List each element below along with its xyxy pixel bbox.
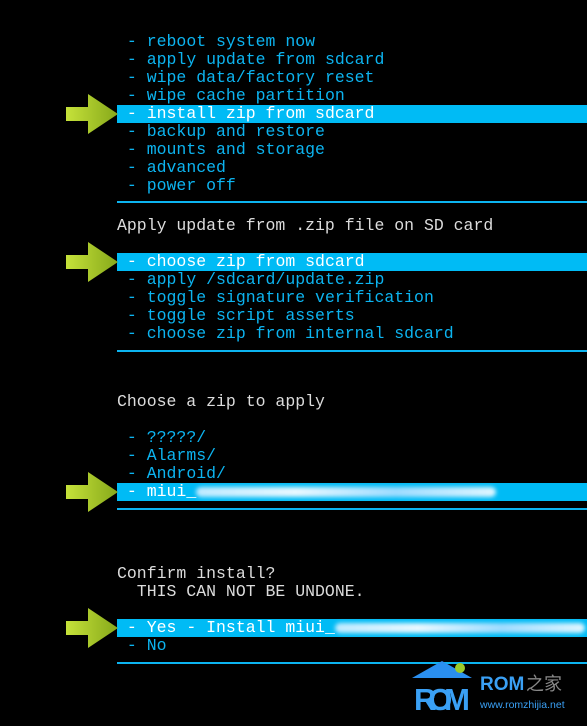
menu-item-label: miui_	[146, 482, 197, 501]
menu-item[interactable]: - advanced	[117, 159, 226, 177]
menu-item[interactable]: - backup and restore	[117, 123, 325, 141]
menu-item-label: backup and restore	[146, 122, 325, 141]
menu-item[interactable]: - Alarms/	[117, 447, 216, 465]
menu-item[interactable]: - Android/	[117, 465, 226, 483]
menu-item-label: power off	[146, 176, 236, 195]
menu-item-label: choose zip from sdcard	[146, 252, 365, 271]
pointer-arrow-icon	[66, 94, 118, 134]
menu-item[interactable]: - choose zip from sdcard	[117, 253, 587, 271]
bullet: -	[117, 482, 147, 501]
bullet: -	[117, 252, 147, 271]
bullet: -	[117, 446, 147, 465]
bullet: -	[117, 288, 147, 307]
menu-item[interactable]: - apply /sdcard/update.zip	[117, 271, 384, 289]
menu-item[interactable]: - wipe cache partition	[117, 87, 345, 105]
menu-item-label: apply update from sdcard	[146, 50, 385, 69]
menu-item[interactable]: - No	[117, 637, 167, 655]
bullet: -	[117, 122, 147, 141]
svg-text:之家: 之家	[526, 674, 562, 695]
bullet: -	[117, 32, 147, 51]
divider	[117, 350, 587, 352]
bullet: -	[117, 140, 147, 159]
menu-item-label: No	[146, 636, 167, 655]
menu-item-label: install zip from sdcard	[146, 104, 375, 123]
bullet: -	[117, 636, 147, 655]
menu-item-label: Yes - Install miui_	[146, 618, 335, 637]
menu-item[interactable]: - Yes - Install miui_	[117, 619, 587, 637]
bullet: -	[117, 464, 147, 483]
menu-item[interactable]: - miui_	[117, 483, 587, 501]
bullet: -	[117, 324, 147, 343]
menu-item-label: choose zip from internal sdcard	[146, 324, 454, 343]
bullet: -	[117, 176, 147, 195]
bullet: -	[117, 86, 147, 105]
svg-text:ROM: ROM	[480, 674, 524, 695]
menu-item[interactable]: - toggle script asserts	[117, 307, 355, 325]
menu-item[interactable]: - wipe data/factory reset	[117, 68, 375, 87]
pointer-arrow-icon	[66, 472, 118, 512]
redacted-filename	[334, 622, 585, 633]
menu-item-label: toggle script asserts	[146, 306, 355, 325]
svg-text:ROM: ROM	[414, 682, 470, 717]
bullet: -	[117, 68, 147, 87]
menu-item[interactable]: - mounts and storage	[117, 141, 325, 159]
bullet: -	[117, 428, 147, 447]
menu-item-label: toggle signature verification	[146, 288, 434, 307]
menu-item[interactable]: - power off	[117, 177, 236, 195]
bullet: -	[117, 50, 147, 69]
bullet: -	[117, 270, 147, 289]
menu-item-label: apply /sdcard/update.zip	[146, 270, 385, 289]
menu-item-label: reboot system now	[146, 32, 316, 51]
menu-item-label: advanced	[146, 158, 226, 177]
confirm-warning: THIS CAN NOT BE UNDONE.	[117, 582, 365, 601]
apply-heading: Apply update from .zip file on SD card	[117, 216, 494, 235]
bullet: -	[117, 158, 147, 177]
menu-item[interactable]: - reboot system now	[117, 33, 315, 51]
divider	[117, 201, 587, 203]
menu-item[interactable]: - toggle signature verification	[117, 289, 434, 307]
menu-item-label: wipe data/factory reset	[146, 68, 375, 87]
confirm-heading: Confirm install?	[117, 564, 276, 583]
menu-item-label: Alarms/	[146, 446, 217, 465]
menu-item[interactable]: - apply update from sdcard	[117, 51, 384, 69]
menu-item-label: Android/	[146, 464, 226, 483]
pointer-arrow-icon	[66, 608, 118, 648]
divider	[117, 508, 587, 510]
redacted-filename	[196, 486, 497, 497]
menu-item-label: wipe cache partition	[146, 86, 345, 105]
menu-item[interactable]: - ?????/	[117, 429, 206, 447]
romzhijia-watermark-logo: ROM ROM 之家 www.romzhijia.net	[410, 658, 587, 721]
pointer-arrow-icon	[66, 242, 118, 282]
choose-heading: Choose a zip to apply	[117, 392, 325, 411]
bullet: -	[117, 618, 147, 637]
menu-item[interactable]: - choose zip from internal sdcard	[117, 325, 454, 343]
bullet: -	[117, 306, 147, 325]
svg-text:www.romzhijia.net: www.romzhijia.net	[479, 699, 565, 711]
menu-item-label: ?????/	[146, 428, 207, 447]
bullet: -	[117, 104, 147, 123]
menu-item-label: mounts and storage	[146, 140, 325, 159]
menu-item[interactable]: - install zip from sdcard	[117, 105, 587, 123]
